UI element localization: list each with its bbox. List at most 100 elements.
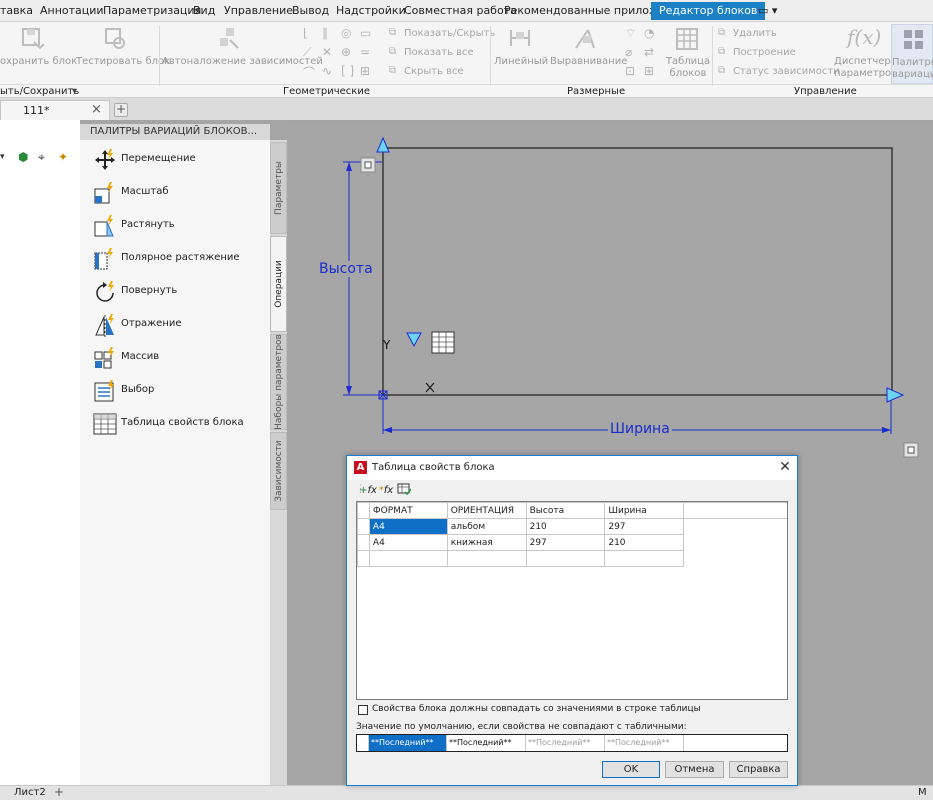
palette-item-stretch[interactable]: Растянуть <box>90 214 265 244</box>
table-cell[interactable]: книжная <box>446 534 527 551</box>
default-value-cell[interactable]: **Последний** <box>447 735 526 751</box>
document-tab[interactable]: 111* × <box>0 100 110 120</box>
parameter-manager-button[interactable]: Диспетчер параметров <box>834 56 897 80</box>
ribbon-tab-block-editor[interactable]: Редактор блоков <box>651 2 766 20</box>
height-parameter-label[interactable]: Высота <box>318 261 374 277</box>
palette-item-scale[interactable]: Масштаб <box>90 181 265 211</box>
ribbon-tab-insert[interactable]: тавка <box>0 4 33 17</box>
radial-icon[interactable]: ◔ <box>644 26 654 40</box>
linear-button[interactable]: Линейный <box>494 56 548 68</box>
ribbon-tab-dropdown[interactable]: ▭ ▾ <box>758 4 777 17</box>
table-cell[interactable] <box>525 550 606 567</box>
row-header[interactable] <box>357 550 370 567</box>
hide-all-button[interactable]: Скрыть все <box>404 66 464 77</box>
audit-icon[interactable] <box>395 482 413 500</box>
tab-operations[interactable]: Операции <box>270 236 287 332</box>
properties-grid[interactable]: ФОРМАТ ОРИЕНТАЦИЯ Высота Ширина A4 альбо… <box>356 501 788 700</box>
quick-select-icon[interactable]: ⬢ <box>18 150 28 164</box>
table-cell[interactable] <box>368 550 448 567</box>
ok-button[interactable]: OK <box>602 761 660 778</box>
tab-parameter-sets[interactable]: Наборы параметров <box>270 334 287 430</box>
column-header[interactable]: ОРИЕНТАЦИЯ <box>446 502 527 519</box>
dialog-title-bar[interactable]: A Таблица свойств блока ✕ <box>347 456 797 480</box>
toggle-pickadd-icon[interactable]: ✦ <box>58 150 68 164</box>
width-parameter-label[interactable]: Ширина <box>608 421 672 437</box>
default-value-cell[interactable]: **Последний** <box>369 735 447 751</box>
table-cell[interactable]: 297 <box>604 518 685 535</box>
panel-dropdown-icon[interactable]: ▾ <box>72 86 77 97</box>
delete-button[interactable]: Удалить <box>733 28 777 39</box>
column-header[interactable]: Высота <box>525 502 606 519</box>
column-header[interactable]: ФОРМАТ <box>368 502 448 519</box>
ribbon-tab-view[interactable]: Вид <box>193 4 215 17</box>
layout-tab[interactable]: Лист2 <box>14 787 46 798</box>
test-block-button[interactable]: Тестировать блок <box>76 56 170 68</box>
tangent-icon[interactable]: ⌒ <box>303 64 315 81</box>
construct-button[interactable]: Построение <box>733 47 796 58</box>
select-objects-icon[interactable]: ⌖ <box>38 150 45 165</box>
tab-parameters[interactable]: Параметры <box>270 142 287 234</box>
auto-constrain-button[interactable]: Автоналожение зависимостей <box>162 56 323 68</box>
smooth-icon[interactable]: ∿ <box>322 64 332 78</box>
circle-icon[interactable]: ◎ <box>341 26 351 40</box>
default-value-cell[interactable]: **Последний** <box>605 735 684 751</box>
default-value-cell[interactable]: **Последний** <box>526 735 605 751</box>
model-indicator[interactable]: М <box>918 787 927 798</box>
palette-item-mirror[interactable]: Отражение <box>90 313 265 343</box>
help-button[interactable]: Справка <box>729 761 788 778</box>
match-properties-checkbox[interactable] <box>358 705 368 715</box>
column-header[interactable]: Ширина <box>604 502 685 519</box>
equal-icon[interactable]: = <box>360 45 370 59</box>
symmetric-icon[interactable]: [ ] <box>341 64 354 78</box>
constraint-status-button[interactable]: Статус зависимости <box>733 66 840 77</box>
fix-icon[interactable]: ⊞ <box>360 64 370 78</box>
palette-item-array[interactable]: Массив <box>90 346 265 376</box>
coincident-icon[interactable]: ⌊ <box>303 26 308 40</box>
show-all-button[interactable]: Показать все <box>404 47 474 58</box>
cancel-button[interactable]: Отмена <box>665 761 724 778</box>
add-layout-button[interactable]: + <box>54 785 64 799</box>
palette-item-rotate[interactable]: Повернуть <box>90 280 265 310</box>
table-cell[interactable] <box>604 550 685 567</box>
close-icon[interactable]: ✕ <box>775 458 795 476</box>
table-cell[interactable]: 297 <box>525 534 606 551</box>
collinear-icon[interactable]: ⟋ <box>303 45 311 60</box>
ribbon-tab-addins[interactable]: Надстройки <box>336 4 406 17</box>
add-user-parameter-icon[interactable]: *fx <box>377 482 395 500</box>
ribbon-tab-collaborate[interactable]: Совместная работа <box>404 4 517 17</box>
table-cell[interactable]: A4 <box>368 534 448 551</box>
table-cell[interactable]: 210 <box>604 534 685 551</box>
ribbon-tab-annotate[interactable]: Аннотации <box>40 4 104 17</box>
close-icon[interactable]: × <box>91 102 102 117</box>
concentric-icon[interactable]: ⊕ <box>341 45 351 59</box>
ribbon-tab-output[interactable]: Вывод <box>292 4 329 17</box>
convert-icon[interactable]: ⇄ <box>644 45 654 59</box>
new-tab-button[interactable]: + <box>114 103 128 117</box>
add-property-icon[interactable]: +fx <box>359 482 377 500</box>
palette-item-block-table[interactable]: Таблица свойств блока <box>90 412 265 442</box>
table-cell[interactable]: 210 <box>525 518 606 535</box>
panel-title-open-save[interactable]: ыть/Сохранить <box>0 86 79 97</box>
dropdown-icon[interactable]: ▾ <box>0 152 5 162</box>
align-button[interactable]: Выравнивание <box>550 56 627 68</box>
show-hide-button[interactable]: Показать/Скрыть <box>404 28 495 39</box>
table-cell[interactable]: альбом <box>446 518 527 535</box>
ribbon-tab-manage[interactable]: Управление <box>224 4 293 17</box>
block-table-button[interactable]: Таблица блоков <box>664 56 712 80</box>
lock-icon[interactable]: ▭ <box>360 26 371 40</box>
angular-icon[interactable]: ⌔ <box>625 26 636 41</box>
diameter-icon[interactable]: ⌀ <box>625 45 632 59</box>
block-attribute-icon[interactable]: ⊡ <box>625 64 635 78</box>
row-header[interactable] <box>357 534 370 551</box>
table-cell[interactable] <box>446 550 527 567</box>
palette-item-move[interactable]: Перемещение <box>90 148 265 178</box>
table-cell[interactable]: A4 <box>368 518 448 535</box>
palette-item-polar-stretch[interactable]: Полярное растяжение <box>90 247 265 277</box>
palette-item-lookup[interactable]: Выбор <box>90 379 265 409</box>
block-settings-icon[interactable]: ⊞ <box>644 64 654 78</box>
tab-constraints[interactable]: Зависимости <box>270 432 287 510</box>
save-block-button[interactable]: охранить блок <box>0 56 77 68</box>
ribbon-tab-parametric[interactable]: Параметризация <box>103 4 201 17</box>
row-header[interactable] <box>357 518 370 535</box>
parallel-icon[interactable]: ∥ <box>322 26 328 40</box>
